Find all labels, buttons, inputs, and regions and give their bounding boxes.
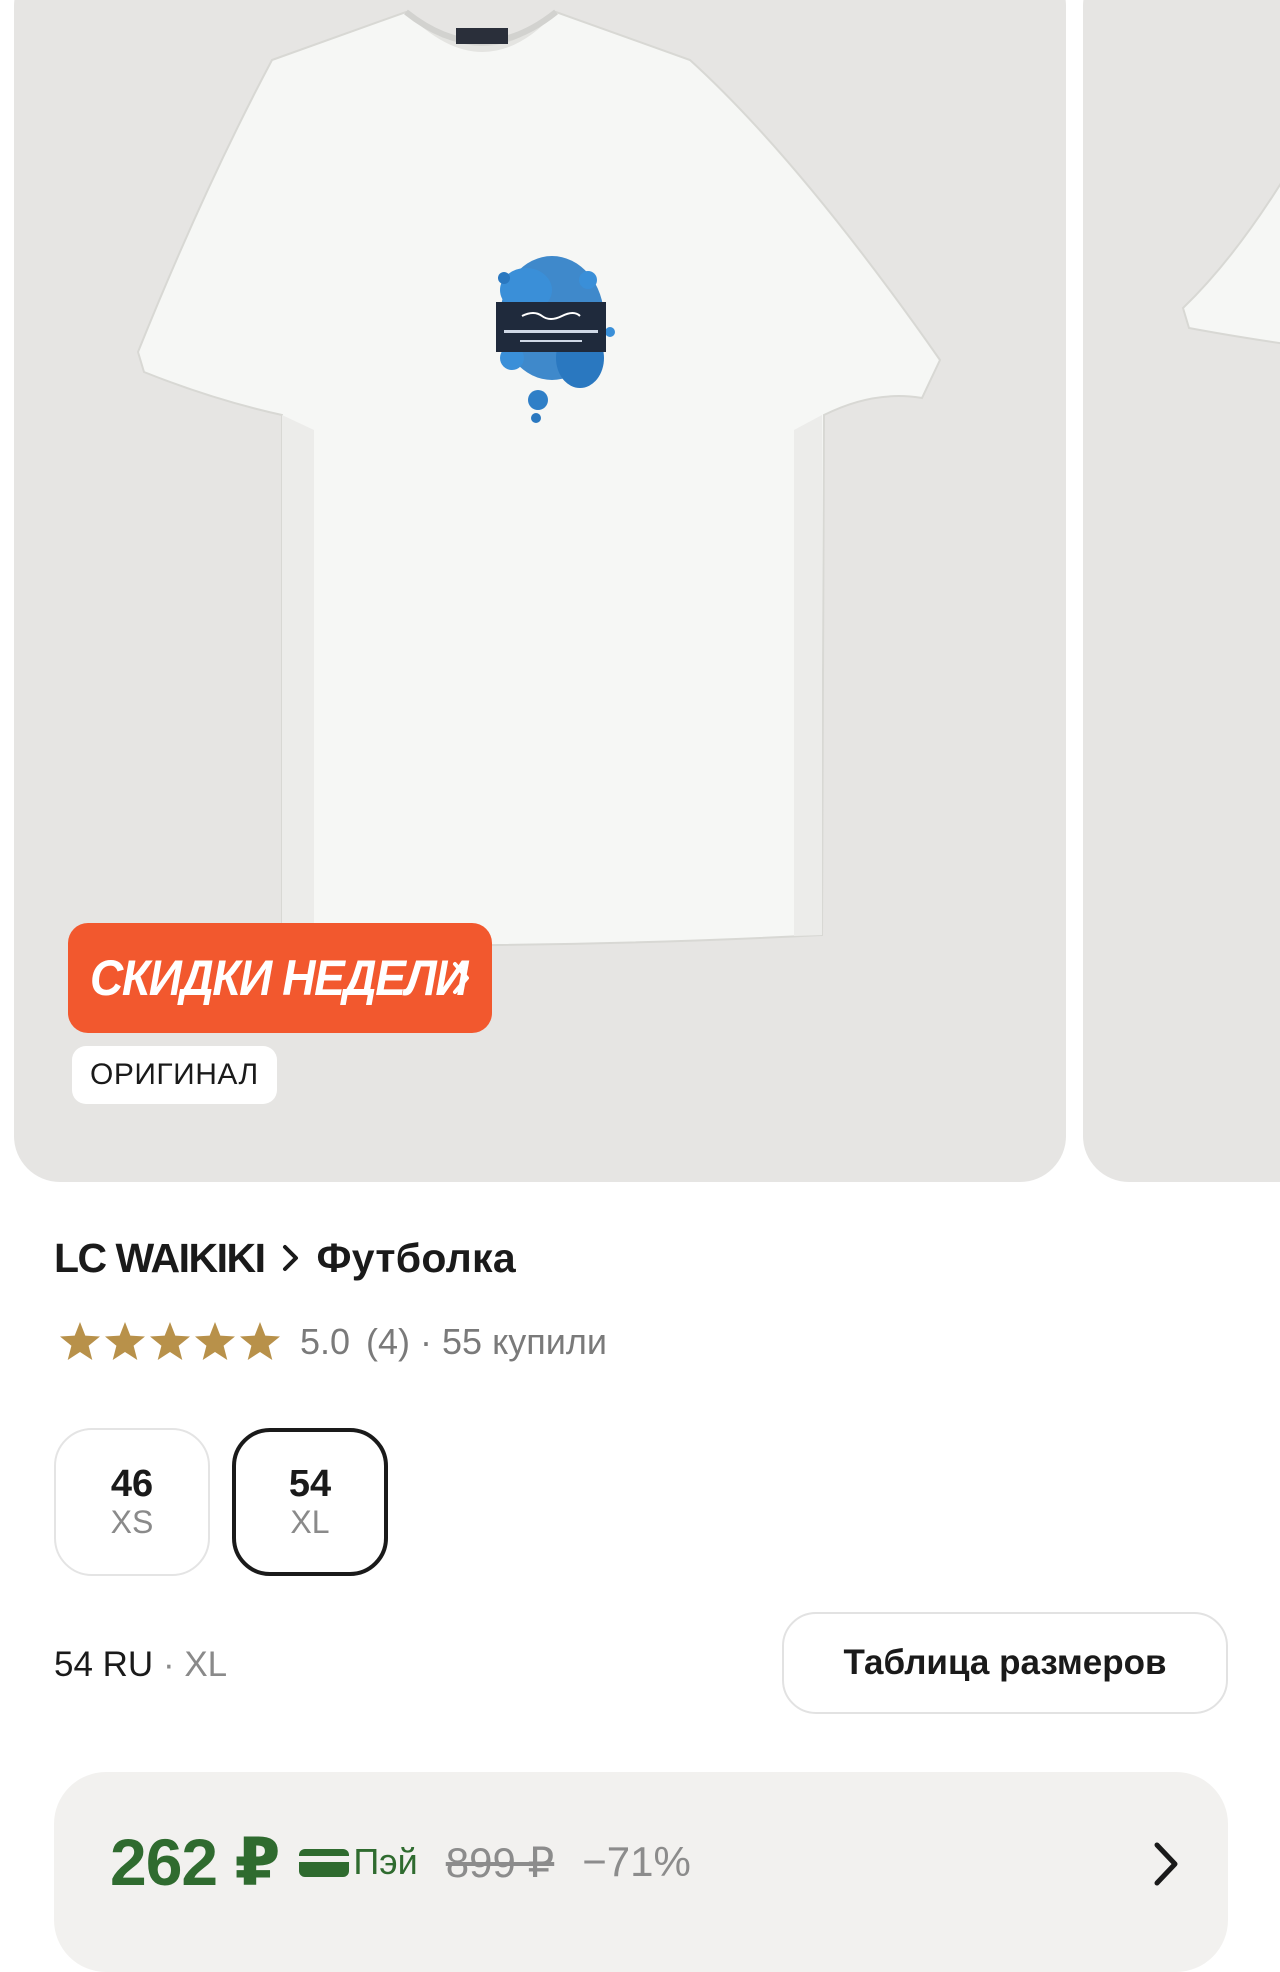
weekly-sale-label: СКИДКИ НЕДЕЛИ bbox=[90, 950, 468, 1006]
brand-link[interactable]: LC WAIKIKI bbox=[54, 1235, 266, 1282]
card-icon bbox=[299, 1849, 350, 1877]
review-count: (4) bbox=[366, 1321, 411, 1362]
price-card[interactable]: 262 ₽ Пэй 899 ₽ −71% bbox=[54, 1772, 1228, 1972]
price-row: 262 ₽ Пэй 899 ₽ −71% bbox=[110, 1824, 691, 1900]
pay-label-group: Пэй bbox=[297, 1841, 418, 1883]
selected-size-caption: 54 RU · XL bbox=[54, 1640, 227, 1690]
current-price: 262 ₽ bbox=[110, 1824, 280, 1899]
weekly-sale-badge[interactable]: СКИДКИ НЕДЕЛИ bbox=[68, 923, 492, 1033]
discount-percent: −71% bbox=[582, 1838, 691, 1885]
size-intl: · XL bbox=[162, 1645, 228, 1684]
bought-count: · 55 купили bbox=[420, 1321, 607, 1362]
star-icons bbox=[60, 1322, 280, 1360]
product-gallery[interactable]: СКИДКИ НЕДЕЛИ ОРИГИНАЛ bbox=[0, 0, 1280, 1185]
size-number: 54 bbox=[288, 1463, 332, 1505]
category-link[interactable]: Футболка bbox=[316, 1235, 516, 1282]
next-product-photo[interactable] bbox=[1083, 0, 1280, 1182]
rating-stars bbox=[58, 1320, 282, 1364]
size-option-46[interactable]: 46 XS bbox=[54, 1428, 210, 1576]
chevron-right-icon bbox=[1154, 1842, 1178, 1886]
product-photo[interactable]: СКИДКИ НЕДЕЛИ ОРИГИНАЛ bbox=[14, 0, 1066, 1182]
rating-row[interactable]: 5.0 (4) · 55 купили bbox=[58, 1314, 607, 1370]
old-price: 899 ₽ bbox=[445, 1838, 555, 1886]
chevron-right-icon bbox=[282, 1243, 300, 1273]
rating-value: 5.0 bbox=[300, 1321, 351, 1362]
size-table-button[interactable]: Таблица размеров bbox=[782, 1612, 1228, 1714]
size-letter: XS bbox=[110, 1504, 154, 1540]
tshirt-peek-image bbox=[1181, 182, 1280, 345]
chevron-right-icon bbox=[453, 962, 469, 994]
original-badge: ОРИГИНАЛ bbox=[72, 1046, 277, 1104]
size-ru: 54 RU bbox=[54, 1645, 154, 1684]
size-option-54[interactable]: 54 XL bbox=[232, 1428, 388, 1576]
pay-label: Пэй bbox=[353, 1841, 418, 1882]
size-letter: XL bbox=[290, 1504, 330, 1540]
breadcrumb: LC WAIKIKI Футболка bbox=[54, 1228, 516, 1288]
size-number: 46 bbox=[110, 1463, 154, 1505]
